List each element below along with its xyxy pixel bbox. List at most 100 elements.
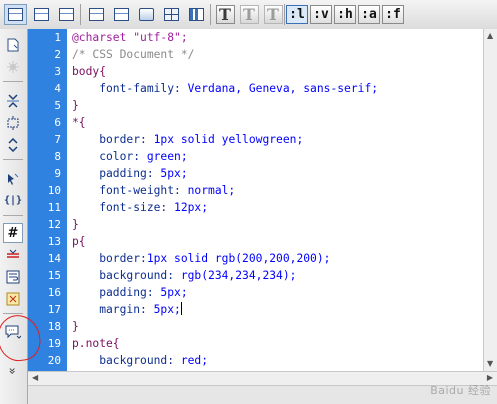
text-style-button[interactable]: T <box>238 4 260 25</box>
word-wrap-button[interactable] <box>3 267 23 287</box>
preview-button[interactable] <box>55 4 77 25</box>
code-line[interactable]: border: 1px solid yellowgreen; <box>72 132 303 148</box>
code-line[interactable]: color: green; <box>72 149 187 165</box>
syntax-error-icon <box>6 292 20 306</box>
line-number: 11 <box>47 201 61 214</box>
collapse-selection-icon <box>7 116 19 130</box>
grid-button[interactable] <box>160 4 182 25</box>
line-numbers-icon: # <box>7 225 19 241</box>
selector-visited-button[interactable]: :v <box>309 4 333 25</box>
code-token: border: <box>72 133 154 146</box>
code-token: 5px; <box>160 286 188 299</box>
code-token: padding: <box>72 167 161 180</box>
code-token: border: <box>72 252 147 265</box>
highlight-code-button[interactable] <box>3 245 23 265</box>
code-token: /* CSS Document */ <box>72 48 195 61</box>
selector-hover-button[interactable]: :h <box>333 4 357 25</box>
scroll-up-arrow-icon[interactable]: ▲ <box>487 32 493 40</box>
code-token: Verdana, Geneva, sans-serif; <box>187 82 379 95</box>
highlight-invalid-icon <box>7 61 19 73</box>
collapse-selection-button[interactable] <box>3 113 23 133</box>
code-line[interactable]: margin: 5px; <box>72 302 182 318</box>
tv-icon <box>138 8 154 21</box>
clear-text-button[interactable]: T <box>262 4 284 25</box>
scroll-left-arrow-icon[interactable]: ◀ <box>32 374 38 382</box>
code-token: color: <box>72 150 147 163</box>
expand-all-button[interactable] <box>3 135 23 155</box>
chart-icon <box>188 8 204 21</box>
vertical-scrollbar[interactable]: ▲ ▼ <box>483 29 497 371</box>
line-number: 13 <box>47 235 61 248</box>
syntax-error-button[interactable] <box>3 289 23 309</box>
tv-button[interactable] <box>135 4 157 25</box>
code-line[interactable]: font-weight: normal; <box>72 183 235 199</box>
clear-text-icon: T <box>263 5 283 24</box>
code-line[interactable]: } <box>72 319 79 335</box>
code-line[interactable]: p.note{ <box>72 336 120 352</box>
page-button[interactable] <box>85 4 107 25</box>
code-token: font-family: <box>72 82 188 95</box>
line-number-gutter: 1 2 3 4 5 6 7 8 9 10 11 12 13 14 15 16 17 18 19 20 <box>28 29 67 371</box>
code-token: normal; <box>187 184 236 197</box>
grid-icon <box>163 8 179 21</box>
scroll-right-arrow-icon[interactable]: ▶ <box>487 374 493 382</box>
sidebar-divider <box>3 159 23 160</box>
code-token: 1px solid yellowgreen; <box>153 133 304 146</box>
page-icon <box>88 8 104 21</box>
select-parent-tag-button[interactable] <box>3 169 23 189</box>
more-tools-button[interactable]: » <box>3 361 23 381</box>
selector-focus-label: :f <box>382 5 404 24</box>
selector-active-label: :a <box>358 5 380 24</box>
more-icon: » <box>6 367 20 375</box>
code-view-button[interactable] <box>4 4 27 25</box>
code-line[interactable]: background: red; <box>72 353 208 369</box>
code-line[interactable]: padding: 5px; <box>72 166 188 182</box>
balance-braces-button[interactable]: {|} <box>3 191 23 211</box>
code-line[interactable]: background: rgb(234,234,234); <box>72 268 296 284</box>
line-number: 4 <box>54 82 61 95</box>
code-line[interactable]: } <box>72 217 79 233</box>
bold-text-button[interactable]: T <box>214 4 236 25</box>
document-toolbar: T T T :l :v :h :a :f <box>0 0 497 30</box>
highlight-invalid-button[interactable] <box>3 57 23 77</box>
selector-link-button[interactable]: :l <box>285 4 309 25</box>
code-token: } <box>72 320 79 333</box>
line-numbers-button[interactable]: # <box>3 223 23 243</box>
line-number: 3 <box>54 65 61 78</box>
live-view-icon <box>113 8 129 21</box>
code-line[interactable]: @charset "utf-8"; <box>72 30 188 46</box>
horizontal-scrollbar[interactable]: ◀ ▶ <box>28 371 497 385</box>
code-line[interactable]: } <box>72 98 79 114</box>
code-token: @charset "utf-8"; <box>72 31 188 44</box>
open-documents-button[interactable] <box>3 35 23 55</box>
code-line[interactable]: border:1px solid rgb(200,200,200); <box>72 251 330 267</box>
text-style-icon: T <box>239 5 259 24</box>
collapse-tag-button[interactable] <box>3 91 23 111</box>
live-view-button[interactable] <box>110 4 132 25</box>
line-number: 12 <box>47 218 61 231</box>
split-view-button[interactable] <box>30 4 52 25</box>
selector-focus-button[interactable]: :f <box>381 4 405 25</box>
code-token: 5px; <box>160 167 188 180</box>
code-token: } <box>72 218 79 231</box>
toolbar-divider <box>210 4 211 25</box>
line-number: 1 <box>54 31 61 44</box>
code-line[interactable]: font-size: 12px; <box>72 200 208 216</box>
code-line[interactable]: body{ <box>72 64 106 80</box>
code-editor[interactable]: @charset "utf-8"; /* CSS Document */ body{… <box>67 29 483 371</box>
code-line[interactable]: /* CSS Document */ <box>72 47 194 63</box>
line-number: 5 <box>54 99 61 112</box>
line-number: 6 <box>54 116 61 129</box>
chart-button[interactable] <box>185 4 207 25</box>
code-line[interactable]: p{ <box>72 234 86 250</box>
selector-active-button[interactable]: :a <box>357 4 381 25</box>
sidebar-divider <box>3 81 23 82</box>
code-token: 1px solid rgb(200,200,200); <box>146 252 331 265</box>
sidebar-divider <box>3 313 23 314</box>
code-line[interactable]: font-family: Verdana, Geneva, sans-serif… <box>72 81 378 97</box>
selector-link-label: :l <box>286 5 308 24</box>
code-line[interactable]: *{ <box>72 115 86 131</box>
code-line[interactable]: padding: 5px; <box>72 285 188 301</box>
scroll-down-arrow-icon[interactable]: ▼ <box>487 360 493 368</box>
status-bar <box>28 385 497 404</box>
